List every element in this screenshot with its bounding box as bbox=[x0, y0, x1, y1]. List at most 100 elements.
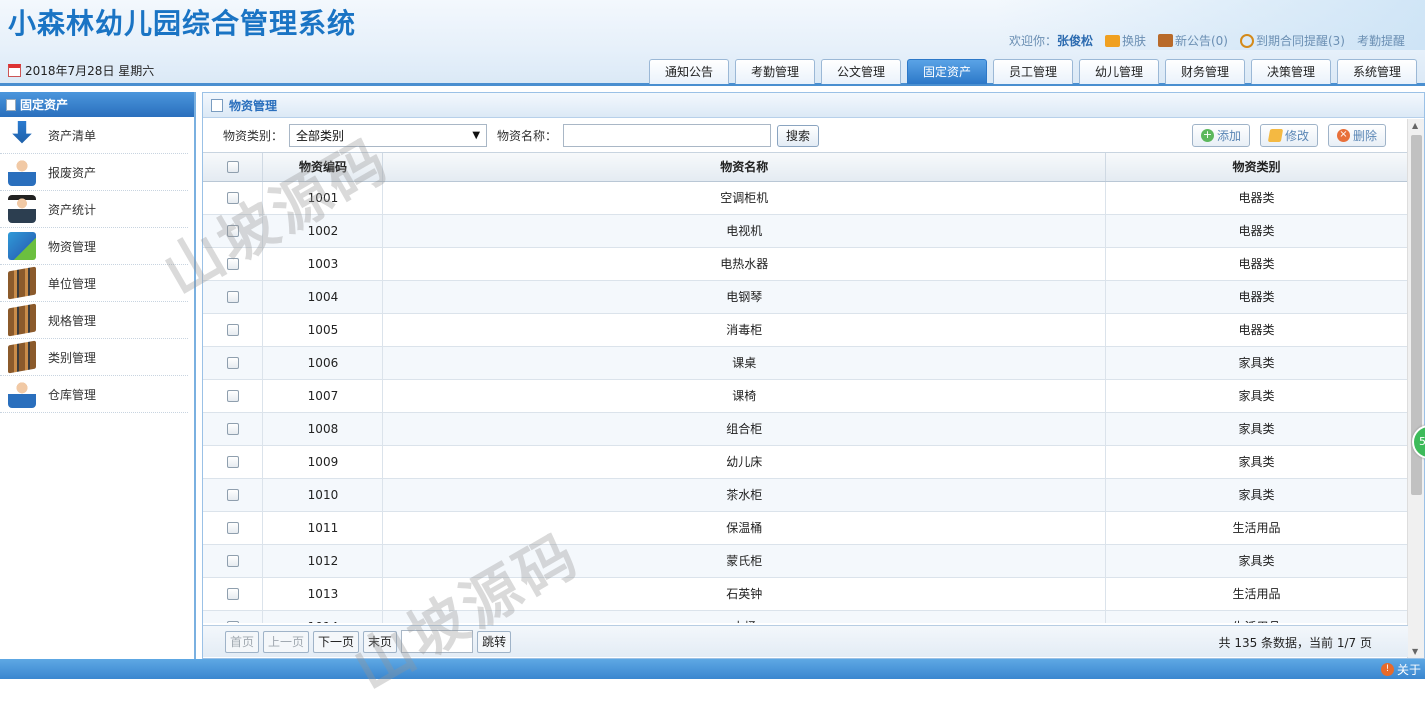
select-all-checkbox[interactable] bbox=[226, 161, 239, 174]
tab-4[interactable]: 员工管理 bbox=[993, 59, 1073, 84]
row-select-cell[interactable] bbox=[203, 577, 264, 611]
skin-icon bbox=[1104, 34, 1120, 47]
add-button[interactable]: + 添加 bbox=[1191, 124, 1250, 147]
skin-link[interactable]: 换肤 bbox=[1104, 32, 1146, 49]
notice-link[interactable]: 新公告(0) bbox=[1157, 32, 1228, 49]
cell-name: 蒙氏柜 bbox=[382, 544, 1107, 578]
table-row[interactable]: 1002 电视机 电器类 bbox=[203, 214, 1408, 248]
edit-icon bbox=[1267, 129, 1284, 142]
row-select-cell[interactable] bbox=[203, 280, 264, 314]
page-number-input[interactable] bbox=[401, 630, 474, 653]
sidebar-item-3[interactable]: 物资管理 bbox=[0, 228, 188, 265]
cell-category: 家具类 bbox=[1105, 445, 1408, 479]
sidebar-item-6[interactable]: 类别管理 bbox=[0, 339, 188, 376]
row-select-cell[interactable] bbox=[203, 346, 264, 380]
row-checkbox[interactable] bbox=[226, 291, 239, 303]
table-row[interactable]: 1007 课椅 家具类 bbox=[203, 379, 1408, 413]
plus-icon: + bbox=[1200, 128, 1214, 142]
table-row[interactable]: 1005 消毒柜 电器类 bbox=[203, 313, 1408, 347]
first-page-button[interactable]: 首页 bbox=[225, 630, 260, 653]
column-header-code[interactable]: 物资编码 bbox=[262, 153, 384, 182]
table-row[interactable]: 1010 茶水柜 家具类 bbox=[203, 478, 1408, 512]
row-select-cell[interactable] bbox=[203, 544, 264, 578]
column-header-category[interactable]: 物资类别 bbox=[1105, 153, 1408, 182]
about-link[interactable]: ! 关于 bbox=[1380, 661, 1421, 678]
sidebar-item-1[interactable]: 报废资产 bbox=[0, 154, 188, 191]
row-select-cell[interactable] bbox=[203, 610, 264, 623]
cell-code: 1006 bbox=[262, 346, 384, 380]
pagination-bar: 首页 上一页 下一页 末页 跳转 共 135 条数据，当前 1/7 页 bbox=[203, 625, 1408, 657]
vertical-scrollbar[interactable]: ▲ ▼ bbox=[1407, 119, 1424, 658]
document-icon bbox=[211, 98, 223, 112]
filter-toolbar: 物资类别： 全部类别 ▼ 物资名称： 搜索 + 添加 修改 × 删除 bbox=[203, 119, 1408, 152]
tab-8[interactable]: 系统管理 bbox=[1337, 59, 1417, 84]
scroll-down-icon[interactable]: ▼ bbox=[1412, 647, 1418, 656]
cell-name: 茶水柜 bbox=[382, 478, 1107, 512]
row-checkbox[interactable] bbox=[226, 324, 239, 336]
tab-3[interactable]: 固定资产 bbox=[907, 59, 987, 84]
sidebar-item-4[interactable]: 单位管理 bbox=[0, 265, 188, 302]
cell-category: 电器类 bbox=[1105, 280, 1408, 314]
row-checkbox[interactable] bbox=[226, 621, 239, 623]
row-select-cell[interactable] bbox=[203, 379, 264, 413]
tab-6[interactable]: 财务管理 bbox=[1165, 59, 1245, 84]
row-checkbox[interactable] bbox=[226, 225, 239, 237]
last-page-button[interactable]: 末页 bbox=[363, 630, 398, 653]
row-select-cell[interactable] bbox=[203, 247, 264, 281]
table-row[interactable]: 1014水桶生活用品 bbox=[203, 610, 1408, 623]
delete-button[interactable]: × 删除 bbox=[1327, 124, 1386, 147]
footer: ! 关于 bbox=[0, 659, 1425, 679]
next-page-button[interactable]: 下一页 bbox=[313, 630, 360, 653]
table-row[interactable]: 1008 组合柜 家具类 bbox=[203, 412, 1408, 446]
table-row[interactable]: 1012 蒙氏柜 家具类 bbox=[203, 544, 1408, 578]
edit-button[interactable]: 修改 bbox=[1259, 124, 1318, 147]
table-row[interactable]: 1004 电钢琴 电器类 bbox=[203, 280, 1408, 314]
row-checkbox[interactable] bbox=[226, 258, 239, 270]
table-row[interactable]: 1013 石英钟 生活用品 bbox=[203, 577, 1408, 611]
sidebar-item-label: 规格管理 bbox=[48, 313, 97, 328]
jump-button[interactable]: 跳转 bbox=[477, 630, 512, 653]
tab-5[interactable]: 幼儿管理 bbox=[1079, 59, 1159, 84]
table-row[interactable]: 1011 保温桶 生活用品 bbox=[203, 511, 1408, 545]
sidebar-item-5[interactable]: 规格管理 bbox=[0, 302, 188, 339]
row-select-cell[interactable] bbox=[203, 478, 264, 512]
row-checkbox[interactable] bbox=[226, 588, 239, 600]
row-checkbox[interactable] bbox=[226, 489, 239, 501]
row-checkbox[interactable] bbox=[226, 456, 239, 468]
scroll-up-icon[interactable]: ▲ bbox=[1412, 121, 1418, 130]
sidebar-item-7[interactable]: 仓库管理 bbox=[0, 376, 188, 413]
select-all-cell[interactable] bbox=[203, 153, 264, 182]
column-header-name[interactable]: 物资名称 bbox=[382, 153, 1107, 182]
tab-7[interactable]: 决策管理 bbox=[1251, 59, 1331, 84]
row-checkbox[interactable] bbox=[226, 390, 239, 402]
tab-0[interactable]: 通知公告 bbox=[649, 59, 729, 84]
row-checkbox[interactable] bbox=[226, 555, 239, 567]
sidebar-item-2[interactable]: 资产统计 bbox=[0, 191, 188, 228]
cell-category: 家具类 bbox=[1105, 412, 1408, 446]
row-select-cell[interactable] bbox=[203, 511, 264, 545]
prev-page-button[interactable]: 上一页 bbox=[263, 630, 310, 653]
row-select-cell[interactable] bbox=[203, 445, 264, 479]
contract-reminder-link[interactable]: 到期合同提醒(3) bbox=[1239, 32, 1345, 49]
row-select-cell[interactable] bbox=[203, 412, 264, 446]
table-row[interactable]: 1003 电热水器 电器类 bbox=[203, 247, 1408, 281]
row-checkbox[interactable] bbox=[226, 522, 239, 534]
tab-1[interactable]: 考勤管理 bbox=[735, 59, 815, 84]
row-select-cell[interactable] bbox=[203, 214, 264, 248]
row-checkbox[interactable] bbox=[226, 423, 239, 435]
table-row[interactable]: 1001 空调柜机 电器类 bbox=[203, 181, 1408, 215]
table-row[interactable]: 1006 课桌 家具类 bbox=[203, 346, 1408, 380]
tab-2[interactable]: 公文管理 bbox=[821, 59, 901, 84]
table-row[interactable]: 1009 幼儿床 家具类 bbox=[203, 445, 1408, 479]
attendance-reminder-link[interactable]: 考勤提醒 bbox=[1357, 32, 1405, 49]
name-search-input[interactable] bbox=[563, 124, 772, 147]
row-checkbox[interactable] bbox=[226, 357, 239, 369]
cell-category: 电器类 bbox=[1105, 214, 1408, 248]
category-select[interactable]: 全部类别 ▼ bbox=[289, 124, 488, 147]
row-checkbox[interactable] bbox=[226, 192, 239, 204]
sidebar-item-0[interactable]: 资产清单 bbox=[0, 117, 188, 154]
cell-category: 家具类 bbox=[1105, 379, 1408, 413]
row-select-cell[interactable] bbox=[203, 313, 264, 347]
row-select-cell[interactable] bbox=[203, 181, 264, 215]
search-button[interactable]: 搜索 bbox=[777, 124, 820, 147]
